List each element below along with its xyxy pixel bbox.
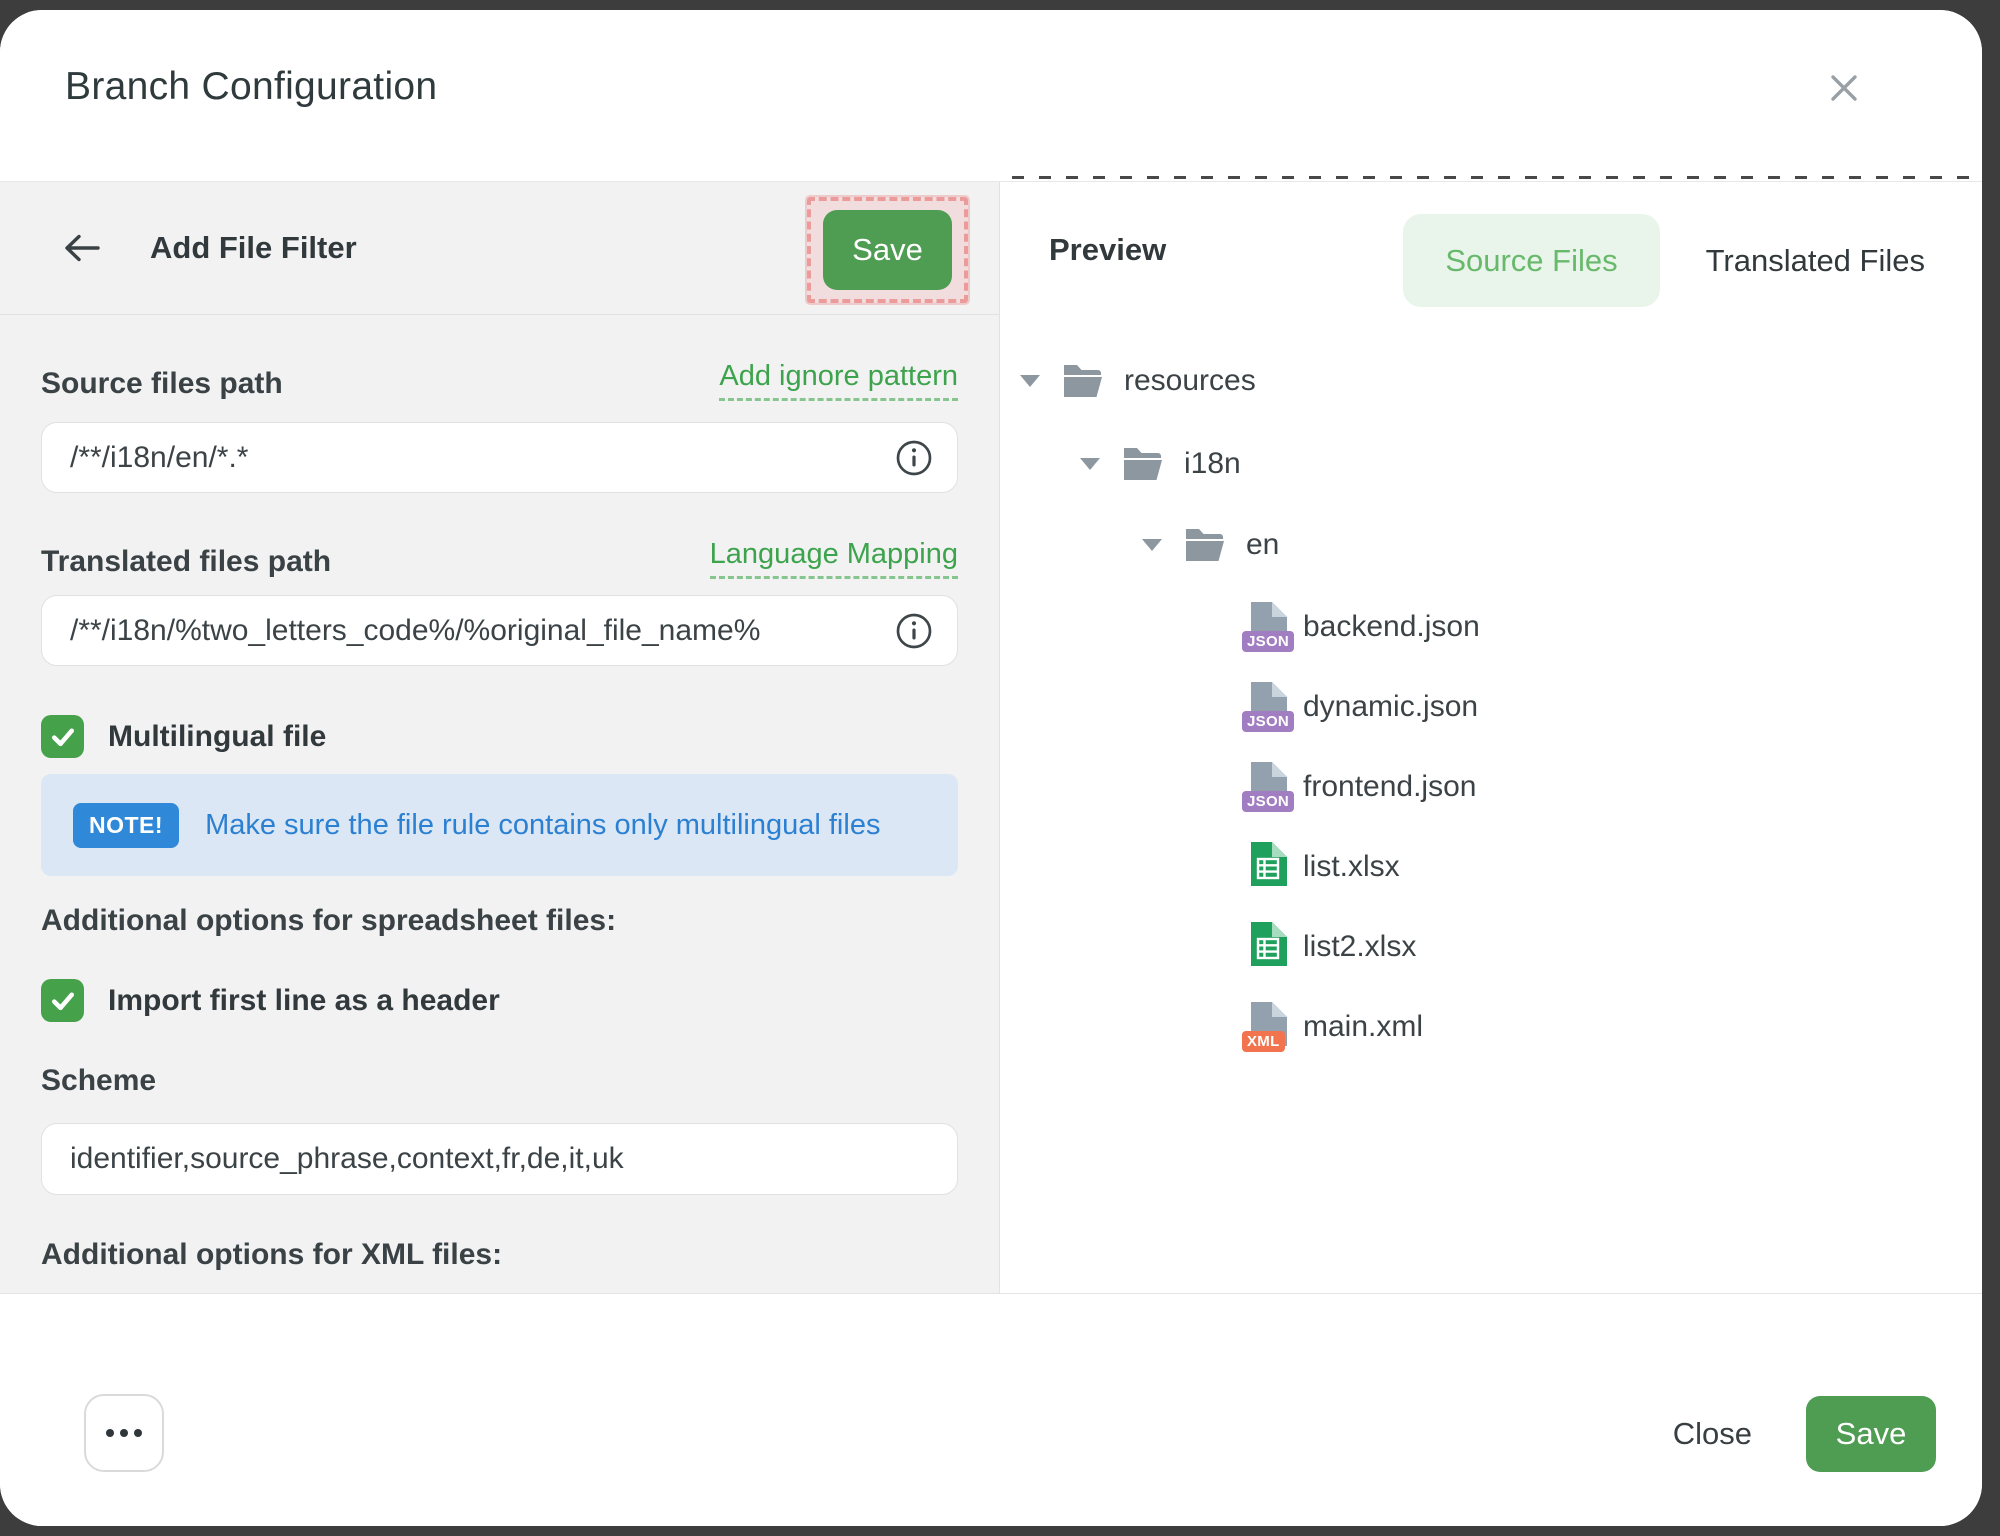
tree-row-file[interactable]: JSON backend.json — [1242, 603, 1480, 651]
more-options-button[interactable] — [84, 1394, 164, 1472]
source-path-row: Source files path Add ignore pattern — [41, 360, 958, 401]
import-header-checkbox[interactable] — [41, 979, 84, 1022]
tree-label: i18n — [1184, 447, 1241, 481]
tree-row-file[interactable]: list2.xlsx — [1242, 923, 1416, 971]
folder-icon — [1184, 527, 1226, 563]
close-button[interactable]: Close — [1673, 1416, 1752, 1452]
branch-configuration-modal: Branch Configuration Add File Filter Sav… — [0, 10, 1982, 1526]
dot-icon — [106, 1429, 114, 1437]
dot-icon — [134, 1429, 142, 1437]
translated-path-row: Translated files path Language Mapping — [41, 538, 958, 579]
json-badge: JSON — [1242, 711, 1294, 732]
note-box: NOTE! Make sure the file rule contains o… — [41, 774, 958, 876]
preview-panel: Preview Source Files Translated Files re… — [1001, 182, 1982, 1293]
scheme-input[interactable] — [70, 1142, 933, 1176]
file-filter-panel: Add File Filter Save Source files path A… — [0, 182, 1000, 1293]
panel-title: Add File Filter — [150, 230, 357, 266]
modal-footer: Close Save — [0, 1293, 1982, 1526]
xml-file-icon: XML — [1242, 1002, 1290, 1052]
json-file-icon: JSON — [1242, 602, 1290, 652]
tree-label: resources — [1124, 364, 1256, 398]
json-badge: JSON — [1242, 631, 1294, 652]
source-path-input-wrap — [41, 422, 958, 493]
translated-path-label: Translated files path — [41, 545, 331, 579]
source-path-label: Source files path — [41, 367, 283, 401]
tree-label: en — [1246, 528, 1279, 562]
chevron-down-icon[interactable] — [1142, 539, 1162, 551]
save-filter-button[interactable]: Save — [823, 210, 952, 290]
note-text: Make sure the file rule contains only mu… — [205, 809, 880, 842]
spreadsheet-options-heading: Additional options for spreadsheet files… — [41, 904, 616, 938]
modal-title: Branch Configuration — [65, 65, 437, 109]
json-badge: JSON — [1242, 791, 1294, 812]
tree-row-file[interactable]: JSON dynamic.json — [1242, 683, 1478, 731]
multilingual-checkbox[interactable] — [41, 715, 84, 758]
folder-icon — [1062, 363, 1104, 399]
chevron-down-icon[interactable] — [1080, 458, 1100, 470]
xml-badge: XML — [1242, 1031, 1285, 1052]
xlsx-file-icon — [1242, 842, 1290, 892]
scheme-label: Scheme — [41, 1064, 156, 1098]
multilingual-label: Multilingual file — [108, 720, 326, 754]
import-header-label: Import first line as a header — [108, 984, 500, 1018]
tree-row-file[interactable]: JSON frontend.json — [1242, 763, 1476, 811]
tree-row-file[interactable]: XML main.xml — [1242, 1003, 1423, 1051]
chevron-down-icon[interactable] — [1020, 375, 1040, 387]
file-filter-header: Add File Filter Save — [0, 182, 999, 315]
multilingual-row: Multilingual file — [41, 715, 326, 758]
dot-icon — [120, 1429, 128, 1437]
tree-label: backend.json — [1303, 610, 1480, 644]
tree-row-folder[interactable]: i18n — [1080, 440, 1241, 488]
tree-label: dynamic.json — [1303, 690, 1478, 724]
preview-tabs: Source Files Translated Files — [1403, 214, 1925, 307]
translated-path-input-wrap — [41, 595, 958, 666]
save-button[interactable]: Save — [1806, 1396, 1936, 1472]
modal-title-bar: Branch Configuration — [0, 10, 1982, 182]
source-path-input[interactable] — [70, 441, 881, 475]
tree-row-folder[interactable]: resources — [1020, 357, 1256, 405]
xml-options-heading: Additional options for XML files: — [41, 1238, 502, 1272]
translated-path-input[interactable] — [70, 614, 881, 648]
info-icon[interactable] — [895, 612, 933, 650]
json-file-icon: JSON — [1242, 682, 1290, 732]
tree-row-folder[interactable]: en — [1142, 521, 1279, 569]
folder-icon — [1122, 446, 1164, 482]
language-mapping-link[interactable]: Language Mapping — [710, 538, 958, 579]
json-file-icon: JSON — [1242, 762, 1290, 812]
add-ignore-pattern-link[interactable]: Add ignore pattern — [719, 360, 958, 401]
note-badge: NOTE! — [73, 803, 179, 848]
dashed-divider-artifact — [1012, 176, 1970, 179]
import-header-row: Import first line as a header — [41, 979, 500, 1022]
tab-source-files[interactable]: Source Files — [1403, 214, 1659, 307]
preview-title: Preview — [1049, 232, 1166, 268]
tree-label: frontend.json — [1303, 770, 1476, 804]
tree-label: list.xlsx — [1303, 850, 1400, 884]
xlsx-file-icon — [1242, 922, 1290, 972]
tree-label: main.xml — [1303, 1010, 1423, 1044]
info-icon[interactable] — [895, 439, 933, 477]
back-arrow-icon[interactable] — [60, 228, 104, 268]
tree-label: list2.xlsx — [1303, 930, 1416, 964]
tab-translated-files[interactable]: Translated Files — [1706, 243, 1925, 279]
tree-row-file[interactable]: list.xlsx — [1242, 843, 1400, 891]
scheme-input-wrap — [41, 1123, 958, 1195]
close-icon[interactable] — [1816, 60, 1872, 116]
